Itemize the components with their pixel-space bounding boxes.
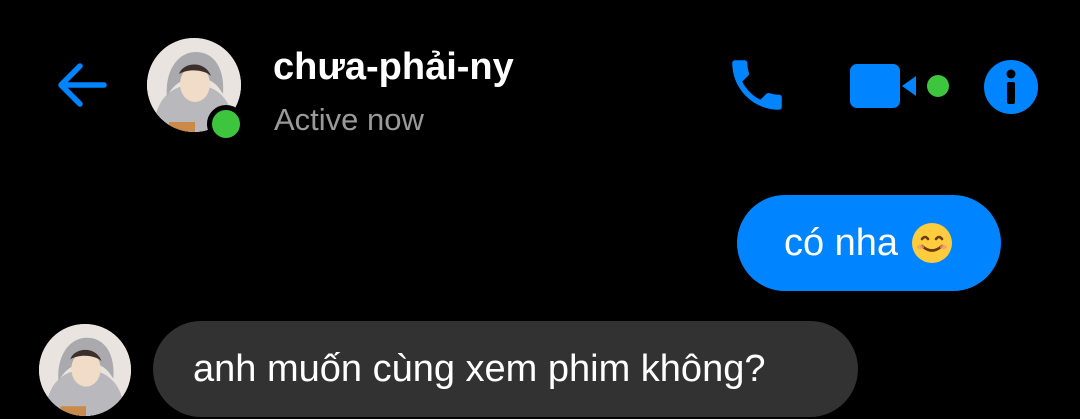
online-status-dot xyxy=(207,105,245,143)
video-camera-icon xyxy=(850,64,916,108)
info-button[interactable] xyxy=(982,58,1040,116)
voice-call-button[interactable] xyxy=(722,52,792,118)
smiling-face-icon xyxy=(912,223,953,263)
incoming-message-bubble[interactable]: anh muốn cùng xem phim không? xyxy=(153,321,858,417)
sender-avatar[interactable] xyxy=(39,324,131,416)
arrow-left-icon xyxy=(58,63,107,107)
message-text: anh muốn cùng xem phim không? xyxy=(193,347,766,390)
outgoing-message-bubble[interactable]: có nha xyxy=(737,195,1001,291)
video-call-button[interactable] xyxy=(846,58,918,114)
back-button[interactable] xyxy=(52,55,112,115)
chat-header: chưa-phải-ny Active now xyxy=(0,0,1080,170)
contact-name[interactable]: chưa-phải-ny xyxy=(273,46,514,89)
contact-status: Active now xyxy=(274,102,424,137)
video-active-dot xyxy=(927,75,949,97)
info-icon xyxy=(984,60,1038,114)
phone-icon xyxy=(732,60,782,110)
message-text: có nha xyxy=(783,221,899,264)
avatar xyxy=(39,324,131,416)
